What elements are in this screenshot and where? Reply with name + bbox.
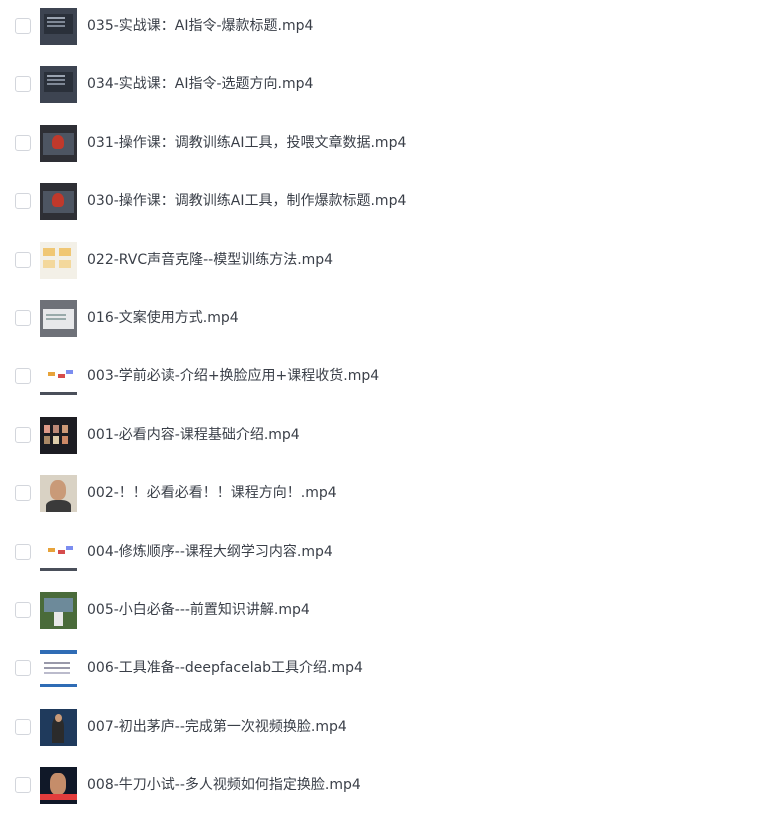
video-thumbnail[interactable]: [40, 241, 77, 279]
file-checkbox[interactable]: [15, 777, 31, 794]
file-name[interactable]: 007-初出茅庐--完成第一次视频换脸.mp4: [87, 718, 347, 736]
file-row[interactable]: 005-小白必备---前置知识讲解.mp4: [0, 584, 768, 642]
file-name[interactable]: 008-牛刀小试--多人视频如何指定换脸.mp4: [87, 776, 361, 794]
file-row[interactable]: 003-学前必读-介绍+换脸应用+课程收货.mp4: [0, 350, 768, 408]
file-checkbox[interactable]: [15, 602, 31, 618]
file-name[interactable]: 005-小白必备---前置知识讲解.mp4: [87, 601, 310, 619]
file-name[interactable]: 002-！！必看必看！！课程方向！.mp4: [87, 484, 337, 502]
file-checkbox[interactable]: [15, 426, 31, 443]
file-name[interactable]: 006-工具准备--deepfacelab工具介绍.mp4: [87, 659, 363, 677]
file-checkbox[interactable]: [15, 543, 31, 560]
file-row[interactable]: 008-牛刀小试--多人视频如何指定换脸.mp4: [0, 759, 768, 817]
video-thumbnail[interactable]: [40, 592, 77, 629]
video-thumbnail[interactable]: [40, 475, 77, 513]
file-row[interactable]: 035-实战课：AI指令-爆款标题.mp4: [0, 0, 768, 58]
video-thumbnail[interactable]: [40, 8, 77, 45]
file-checkbox[interactable]: [15, 485, 31, 502]
file-row[interactable]: 031-操作课：调教训练AI工具，投喂文章数据.mp4: [0, 117, 768, 175]
video-thumbnail[interactable]: [40, 767, 77, 805]
file-row[interactable]: 007-初出茅庐--完成第一次视频换脸.mp4: [0, 701, 768, 759]
video-thumbnail[interactable]: [40, 183, 77, 221]
file-row[interactable]: 006-工具准备--deepfacelab工具介绍.mp4: [0, 642, 768, 700]
file-name[interactable]: 031-操作课：调教训练AI工具，投喂文章数据.mp4: [87, 134, 406, 152]
file-name[interactable]: 004-修炼顺序--课程大纲学习内容.mp4: [87, 543, 333, 561]
file-checkbox[interactable]: [15, 718, 31, 735]
video-thumbnail[interactable]: [40, 533, 77, 571]
file-checkbox[interactable]: [15, 310, 31, 326]
file-name[interactable]: 003-学前必读-介绍+换脸应用+课程收货.mp4: [87, 367, 379, 385]
video-thumbnail[interactable]: [40, 416, 77, 454]
file-row[interactable]: 002-！！必看必看！！课程方向！.mp4: [0, 467, 768, 525]
video-thumbnail[interactable]: [40, 300, 77, 337]
video-thumbnail[interactable]: [40, 66, 77, 104]
file-name[interactable]: 022-RVC声音克隆--模型训练方法.mp4: [87, 251, 333, 269]
file-checkbox[interactable]: [15, 660, 31, 677]
video-thumbnail[interactable]: [40, 124, 77, 162]
file-name[interactable]: 030-操作课：调教训练AI工具，制作爆款标题.mp4: [87, 192, 406, 210]
file-checkbox[interactable]: [15, 76, 31, 93]
file-name[interactable]: 001-必看内容-课程基础介绍.mp4: [87, 426, 300, 444]
file-checkbox[interactable]: [15, 18, 31, 34]
file-checkbox[interactable]: [15, 134, 31, 151]
file-name[interactable]: 016-文案使用方式.mp4: [87, 309, 239, 327]
file-row[interactable]: 016-文案使用方式.mp4: [0, 292, 768, 350]
file-checkbox[interactable]: [15, 368, 31, 385]
video-thumbnail[interactable]: [40, 358, 77, 396]
file-row[interactable]: 022-RVC声音克隆--模型训练方法.mp4: [0, 234, 768, 292]
file-name[interactable]: 034-实战课：AI指令-选题方向.mp4: [87, 75, 313, 93]
file-list: 035-实战课：AI指令-爆款标题.mp4 034-实战课：AI指令-选题方向.m…: [0, 0, 768, 808]
file-row[interactable]: 004-修炼顺序--课程大纲学习内容.mp4: [0, 526, 768, 584]
file-row[interactable]: 034-实战课：AI指令-选题方向.mp4: [0, 58, 768, 116]
file-row[interactable]: 001-必看内容-课程基础介绍.mp4: [0, 409, 768, 467]
video-thumbnail[interactable]: [40, 708, 77, 746]
file-checkbox[interactable]: [15, 193, 31, 210]
file-name[interactable]: 035-实战课：AI指令-爆款标题.mp4: [87, 17, 313, 35]
video-thumbnail[interactable]: [40, 650, 77, 688]
file-checkbox[interactable]: [15, 251, 31, 268]
file-row[interactable]: 030-操作课：调教训练AI工具，制作爆款标题.mp4: [0, 175, 768, 233]
